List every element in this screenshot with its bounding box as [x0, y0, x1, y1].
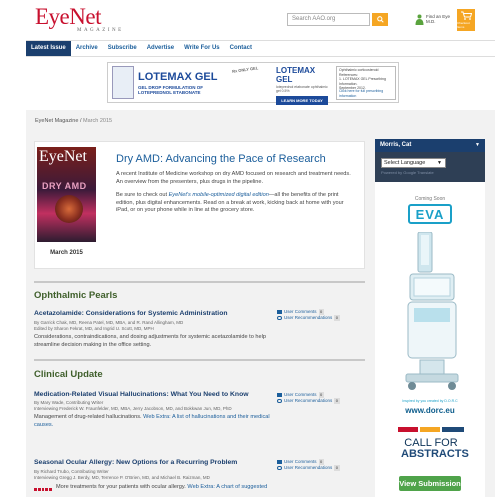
- article-desc: More treatments for your patients with o…: [56, 484, 281, 492]
- article-desc-text: Management of drug-related hallucination…: [34, 414, 144, 420]
- comment-icon: [277, 310, 282, 314]
- surgical-device-image[interactable]: [402, 232, 462, 392]
- web-extra-link[interactable]: Web Extra: A chart of suggested: [187, 484, 267, 490]
- cfa-line-1: CALL FOR: [404, 437, 458, 449]
- cart-label: Checkout Items: [457, 21, 470, 29]
- article-feedback: User Comments 0 User Recommendations 0: [277, 459, 340, 471]
- ad-tagline: GEL DROP FORMULATION OF LOTEPREDNOL ETAB…: [138, 85, 203, 95]
- nav-item-advertise[interactable]: Advertise: [142, 41, 179, 56]
- product-package-image: [112, 66, 134, 99]
- article-title[interactable]: Acetazolamide: Considerations for System…: [34, 310, 264, 317]
- ad-info-line: 1. LOTEMAX GEL Prescribing Information.: [339, 77, 386, 86]
- user-recommendations-link[interactable]: User Recommendations: [284, 465, 332, 471]
- article-title[interactable]: Medication-Related Visual Hallucinations…: [34, 391, 264, 398]
- coming-soon-label: Coming Soon: [414, 196, 446, 202]
- recommendation-count: 0: [334, 315, 340, 321]
- ad-brand: LOTEMAX GEL: [138, 71, 218, 83]
- ad-mid-sub: loteprednol etabonate ophthalmic gel 0.5…: [276, 85, 328, 93]
- breadcrumb-home[interactable]: EyeNet Magazine: [35, 118, 78, 124]
- promo-text-a: Be sure to check out: [116, 192, 169, 198]
- logo-subtitle: MAGAZINE: [77, 28, 124, 33]
- language-select[interactable]: Select Language ▼: [381, 158, 446, 168]
- article-desc-text: More treatments for your patients with o…: [56, 484, 188, 490]
- cart-button[interactable]: Checkout Items: [457, 9, 475, 31]
- user-recommendations-link[interactable]: User Recommendations: [284, 398, 332, 404]
- comment-icon: [277, 460, 282, 464]
- section-divider: [34, 359, 365, 361]
- google-translate-credit[interactable]: Powered by Google Translate: [381, 170, 434, 175]
- lotemax-ad-banner[interactable]: LOTEMAX GEL GEL DROP FORMULATION OF LOTE…: [107, 62, 399, 105]
- rating-stars: [34, 488, 52, 492]
- comment-icon: [277, 393, 282, 397]
- cover-eye-graphic: [55, 195, 83, 223]
- find-eyemd-link[interactable]: Find an Eye M.D.: [415, 12, 455, 28]
- featured-article-desc: A recent Institute of Medicine workshop …: [116, 171, 351, 185]
- nav-item-latest-issue[interactable]: Latest Issue: [26, 41, 71, 56]
- logo-text: EyeNet: [35, 4, 101, 29]
- nav-item-contact[interactable]: Contact: [225, 41, 257, 56]
- eva-logo[interactable]: EVA: [408, 204, 452, 224]
- call-for-abstracts-ad[interactable]: CALL FOR ABSTRACTS: [401, 437, 469, 460]
- article-desc: Considerations, contraindications, and d…: [34, 334, 266, 348]
- nav-item-write-for-us[interactable]: Write For Us: [179, 41, 225, 56]
- section-title: Ophthalmic Pearls: [34, 290, 118, 301]
- ad-mid-brand: LOTEMAX GEL: [276, 66, 316, 84]
- site-header: EyeNet MAGAZINE Search AAO.org Find an E…: [0, 0, 497, 40]
- cover-title: EyeNet: [39, 148, 87, 165]
- eva-logo-text: EVA: [415, 206, 445, 222]
- article-interviewees: Interviewing Frederick W. Fraunfelder, M…: [34, 405, 232, 411]
- dorc-tagline: Inspired by you created by D.O.R.C: [402, 399, 458, 403]
- search-input[interactable]: Search AAO.org: [287, 13, 370, 26]
- issue-cover-image[interactable]: EyeNet DRY AMD: [37, 147, 96, 242]
- article-feedback: User Comments 0 User Recommendations 0: [277, 309, 340, 321]
- user-menu[interactable]: Morris, Cat ▼: [375, 139, 485, 152]
- nav-item-subscribe[interactable]: Subscribe: [103, 41, 142, 56]
- section-title: Clinical Update: [34, 369, 103, 380]
- article-interviewees: Interviewing Gregg J. Berdy, MD, Terrenc…: [34, 474, 210, 480]
- breadcrumb-current: March 2015: [83, 118, 113, 124]
- ad-prescribing-link[interactable]: Click here for full prescribing informat…: [339, 89, 395, 98]
- cover-headline: DRY AMD: [42, 181, 87, 191]
- language-select-value: Select Language: [384, 160, 426, 166]
- breadcrumb: EyeNet Magazine / March 2015: [35, 118, 112, 124]
- cart-icon: [460, 11, 472, 20]
- thumbs-up-icon: [277, 316, 282, 320]
- user-name: Morris, Cat: [380, 142, 412, 148]
- person-icon: [415, 14, 424, 25]
- search-icon: [376, 16, 384, 23]
- article-desc: Management of drug-related hallucination…: [34, 414, 279, 429]
- article-feedback: User Comments 0 User Recommendations 0: [277, 392, 340, 404]
- thumbs-up-icon: [277, 466, 282, 470]
- chevron-down-icon: ▼: [437, 160, 442, 166]
- main-nav: Latest Issue Archive Subscribe Advertise…: [26, 40, 495, 57]
- recommendation-count: 0: [334, 465, 340, 471]
- digital-edition-link[interactable]: EyeNet's mobile-optimized digital editio…: [169, 192, 269, 198]
- recommendation-count: 0: [334, 398, 340, 404]
- thumbs-up-icon: [277, 399, 282, 403]
- chevron-down-icon: ▼: [475, 142, 480, 148]
- featured-article-title[interactable]: Dry AMD: Advancing the Pace of Research: [116, 153, 356, 165]
- find-eyemd-label: Find an Eye M.D.: [426, 14, 451, 24]
- digital-edition-promo: Be sure to check out EyeNet's mobile-opt…: [116, 192, 354, 215]
- cfa-line-2: ABSTRACTS: [401, 448, 469, 460]
- search-button[interactable]: [372, 13, 388, 26]
- article-editors: Edited by Sharon Fekrat, MD, and Ingrid …: [34, 325, 154, 331]
- nav-item-archive[interactable]: Archive: [71, 41, 103, 56]
- article-title[interactable]: Seasonal Ocular Allergy: New Options for…: [34, 459, 264, 466]
- view-submission-button[interactable]: View Submission: [399, 476, 461, 491]
- section-divider: [34, 281, 365, 283]
- cover-date: March 2015: [50, 250, 83, 256]
- ad-info-box: Ophthalmic corticosteroid References: 1.…: [336, 66, 396, 100]
- ad-rx-stamp: Rx ONLY GEL: [231, 65, 259, 74]
- user-recommendations-link[interactable]: User Recommendations: [284, 315, 332, 321]
- ad-middle-panel: LOTEMAX GEL loteprednol etabonate ophtha…: [276, 66, 332, 105]
- dorc-url-link[interactable]: www.dorc.eu: [375, 406, 485, 415]
- eyenet-logo[interactable]: EyeNet MAGAZINE: [35, 4, 124, 33]
- decorative-bars: [398, 427, 464, 432]
- breadcrumb-separator: /: [79, 118, 82, 124]
- ad-cta-button[interactable]: LEARN MORE TODAY: [276, 96, 328, 105]
